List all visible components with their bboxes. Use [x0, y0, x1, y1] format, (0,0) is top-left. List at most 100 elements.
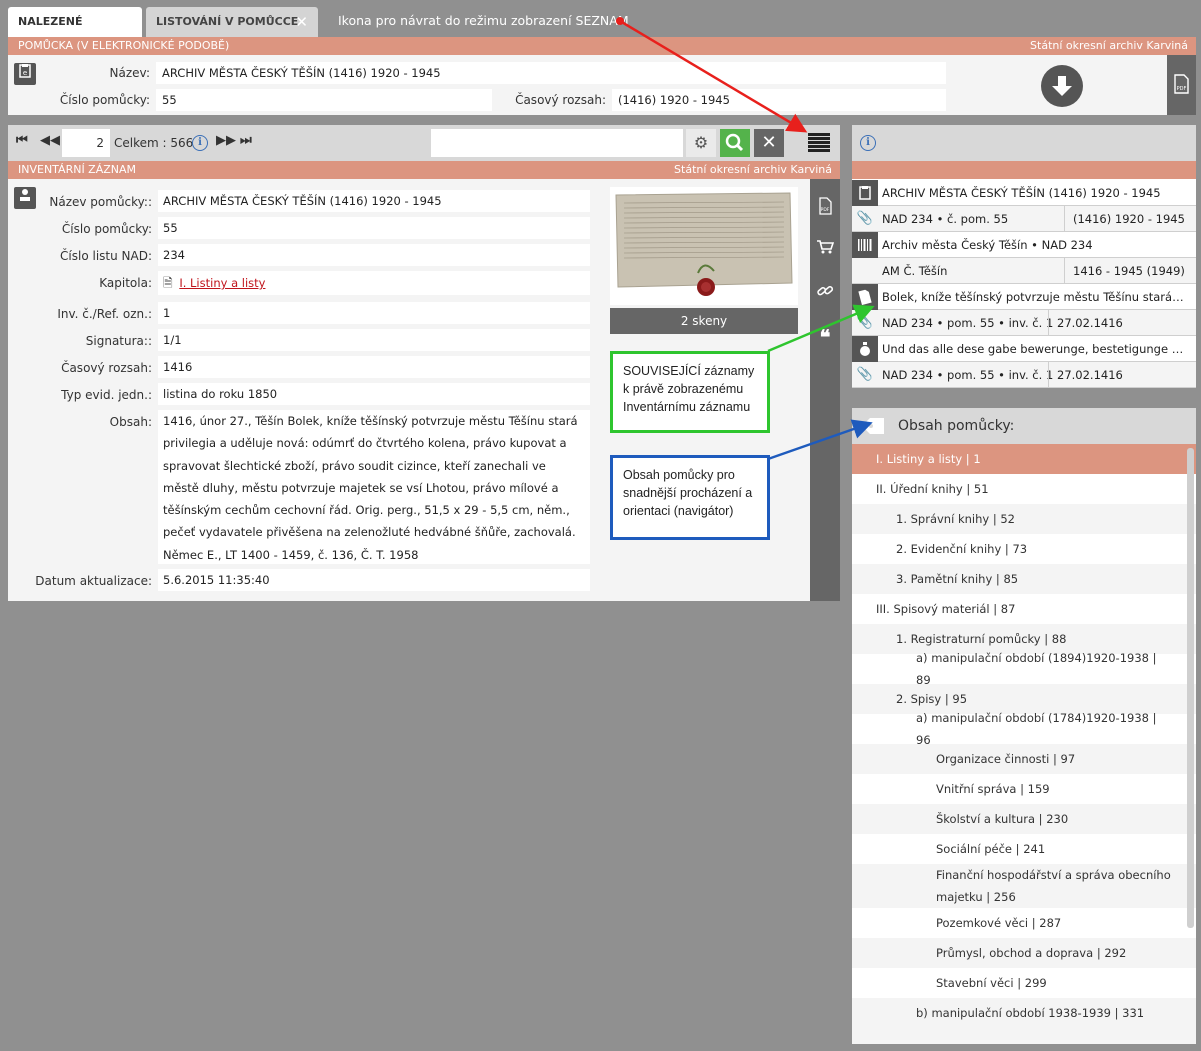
toc-item[interactable]: 3. Pamětní knihy | 85 — [852, 564, 1196, 594]
download-icon[interactable] — [1041, 65, 1083, 107]
chapter-link[interactable]: I. Listiny a listy — [179, 276, 265, 290]
total-count: Celkem : 566 — [114, 136, 194, 150]
field-label-aid-name: Název pomůcky:: — [49, 195, 152, 209]
related-item-detail[interactable]: 📎 NAD 234 • pom. 55 • inv. č. 1 27.02.14… — [852, 362, 1196, 388]
first-page-icon[interactable]: ⏮ — [16, 133, 28, 148]
tab-browse-aid[interactable]: LISTOVÁNÍ V POMŮCCE ✕ — [146, 7, 318, 37]
toc-list: I. Listiny a listy | 1 II. Úřední knihy |… — [852, 444, 1196, 1044]
related-bar — [852, 161, 1196, 179]
record-archive-name: Státní okresní archiv Karviná — [674, 163, 832, 176]
toc-item[interactable]: 1. Správní knihy | 52 — [852, 504, 1196, 534]
close-icon[interactable]: ✕ — [295, 7, 308, 37]
scan-count[interactable]: 2 skeny — [610, 308, 798, 334]
related-item-detail[interactable]: 📎 NAD 234 • pom. 55 • inv. č. 1 27.02.14… — [852, 310, 1196, 336]
field-value-type: listina do roku 1850 — [158, 383, 590, 405]
field-label-content: Obsah: — [109, 415, 152, 429]
toc-item[interactable]: a) manipulační období (1894)1920-1938 | … — [852, 651, 1196, 687]
related-item-ref: NAD 234 • pom. 55 • inv. č. 1 — [882, 316, 1054, 330]
related-item[interactable]: Und das alle dese gabe bewerunge, bestet… — [852, 336, 1196, 362]
paperclip-icon: 📎 — [856, 367, 874, 382]
field-label-range: Časový rozsah: — [61, 361, 152, 375]
related-item-title: ARCHIV MĚSTA ČESKÝ TĚŠÍN (1416) 1920 - 1… — [882, 186, 1161, 200]
paperclip-icon: 📎 — [856, 211, 874, 226]
gear-icon[interactable]: ⚙ — [686, 129, 716, 157]
field-value-chapter: 🗎 I. Listiny a listy — [158, 271, 590, 295]
field-label-inv: Inv. č./Ref. ozn.: — [57, 307, 152, 321]
aid-number-value: 55 — [156, 89, 492, 111]
pdf-export-icon[interactable]: PDF — [810, 197, 840, 219]
search-input[interactable] — [431, 129, 683, 157]
toc-item[interactable]: Pozemkové věci | 287 — [852, 908, 1196, 938]
pdf-icon[interactable]: PDF — [1167, 55, 1196, 115]
link-icon[interactable] — [810, 283, 840, 303]
toc-item-label: Sociální péče | 241 — [936, 842, 1046, 856]
toc-item[interactable]: Průmysl, obchod a doprava | 292 — [852, 938, 1196, 968]
next-page-icon[interactable]: ▶▶ — [216, 133, 236, 148]
related-item-detail[interactable]: 📎 NAD 234 • č. pom. 55 (1416) 1920 - 194… — [852, 206, 1196, 232]
tab-found-records[interactable]: NALEZENÉ ZÁZNAMY — [8, 7, 142, 58]
document-icon: 🗎 — [163, 276, 173, 290]
pager-toolbar: ⏮ ◀◀ 2 Celkem : 566 i ▶▶ ⏭ ⚙ ✕ — [8, 125, 840, 161]
toc-item[interactable]: III. Spisový materiál | 87 — [852, 594, 1196, 624]
search-icon[interactable] — [720, 129, 750, 157]
field-label-updated: Datum aktualizace: — [35, 574, 152, 588]
toc-item-label: Stavební věci | 299 — [936, 976, 1047, 990]
toc-item-label: b) manipulační období 1938-1939 | 331 — [916, 1006, 1145, 1020]
toc-item-label: Organizace činnosti | 97 — [936, 752, 1076, 766]
field-value-signature: 1/1 — [158, 329, 590, 351]
related-item-detail[interactable]: AM Č. Těšín 1416 - 1945 (1949) — [852, 258, 1196, 284]
toc-item[interactable]: Sociální péče | 241 — [852, 834, 1196, 864]
toc-item[interactable]: b) manipulační období 1938-1939 | 331 — [852, 998, 1196, 1028]
aid-name-label: Název: — [109, 66, 151, 80]
record-actions: PDF ❝ — [810, 179, 840, 601]
archive-name: Státní okresní archiv Karviná — [1030, 39, 1188, 52]
quote-icon[interactable]: ❝ — [810, 325, 840, 349]
prev-page-icon[interactable]: ◀◀ — [40, 133, 60, 148]
field-value-aid-number: 55 — [158, 217, 590, 239]
field-label-signature: Signatura:: — [85, 334, 152, 348]
annotation-list-mode: Ikona pro návrat do režimu zobrazení SEZ… — [338, 13, 629, 28]
related-info-icon[interactable]: i — [860, 135, 876, 151]
toc-item[interactable]: Školství a kultura | 230 — [852, 804, 1196, 834]
scan-thumbnail[interactable] — [610, 187, 798, 305]
last-page-icon[interactable]: ⏭ — [240, 133, 252, 148]
related-item[interactable]: Archiv města Český Těšín • NAD 234 — [852, 232, 1196, 258]
toc-scrollbar[interactable] — [1187, 448, 1194, 928]
toc-item[interactable]: Stavební věci | 299 — [852, 968, 1196, 998]
toc-item-selected[interactable]: I. Listiny a listy | 1 — [852, 444, 1196, 474]
finding-aid-bar: POMŮCKA (V ELEKTRONICKÉ PODOBĚ) Státní o… — [8, 37, 1196, 55]
toc-item-label: 1. Správní knihy | 52 — [896, 512, 1016, 526]
toc-item-label: Školství a kultura | 230 — [936, 812, 1069, 826]
related-item[interactable]: Bolek, kníže těšínský potvrzuje městu Tě… — [852, 284, 1196, 310]
list-view-icon[interactable] — [808, 133, 830, 153]
toc-item[interactable]: II. Úřední knihy | 51 — [852, 474, 1196, 504]
toc-item[interactable]: Vnitřní správa | 159 — [852, 774, 1196, 804]
svg-text:PDF: PDF — [821, 207, 830, 213]
related-item-title: Und das alle dese gabe bewerunge, bestet… — [882, 342, 1187, 356]
related-item-date: 27.02.1416 — [1048, 310, 1123, 336]
toc-item[interactable]: a) manipulační období (1784)1920-1938 | … — [852, 711, 1196, 747]
book-icon: e — [14, 63, 36, 85]
related-toolbar: i — [852, 125, 1196, 161]
related-item-title: Bolek, kníže těšínský potvrzuje městu Tě… — [882, 290, 1187, 304]
related-item-date: 27.02.1416 — [1048, 362, 1123, 388]
toc-header: Obsah pomůcky: — [852, 408, 1196, 444]
record-bar-title: INVENTÁRNÍ ZÁZNAM — [18, 163, 137, 176]
related-item[interactable]: ARCHIV MĚSTA ČESKÝ TĚŠÍN (1416) 1920 - 1… — [852, 180, 1196, 206]
field-label-nad: Číslo listu NAD: — [60, 249, 152, 263]
barcode-icon — [852, 232, 878, 258]
related-item-ref: AM Č. Těšín — [882, 264, 948, 278]
book-icon — [852, 180, 878, 206]
toc-item-label: I. Listiny a listy | 1 — [876, 452, 981, 466]
toc-item-label: Pozemkové věci | 287 — [936, 916, 1062, 930]
toc-item[interactable]: Finanční hospodářství a správa obecního … — [852, 864, 1196, 908]
info-icon[interactable]: i — [192, 135, 208, 151]
toc-item[interactable]: Organizace činnosti | 97 — [852, 744, 1196, 774]
field-value-aid-name: ARCHIV MĚSTA ČESKÝ TĚŠÍN (1416) 1920 - 1… — [158, 190, 590, 212]
toc-item[interactable]: 2. Evidenční knihy | 73 — [852, 534, 1196, 564]
aid-name-value: ARCHIV MĚSTA ČESKÝ TĚŠÍN (1416) 1920 - 1… — [156, 62, 946, 84]
clear-icon[interactable]: ✕ — [754, 129, 784, 157]
cart-icon[interactable] — [810, 239, 840, 259]
page-input[interactable]: 2 — [62, 129, 110, 157]
aid-number-label: Číslo pomůcky: — [59, 93, 150, 107]
